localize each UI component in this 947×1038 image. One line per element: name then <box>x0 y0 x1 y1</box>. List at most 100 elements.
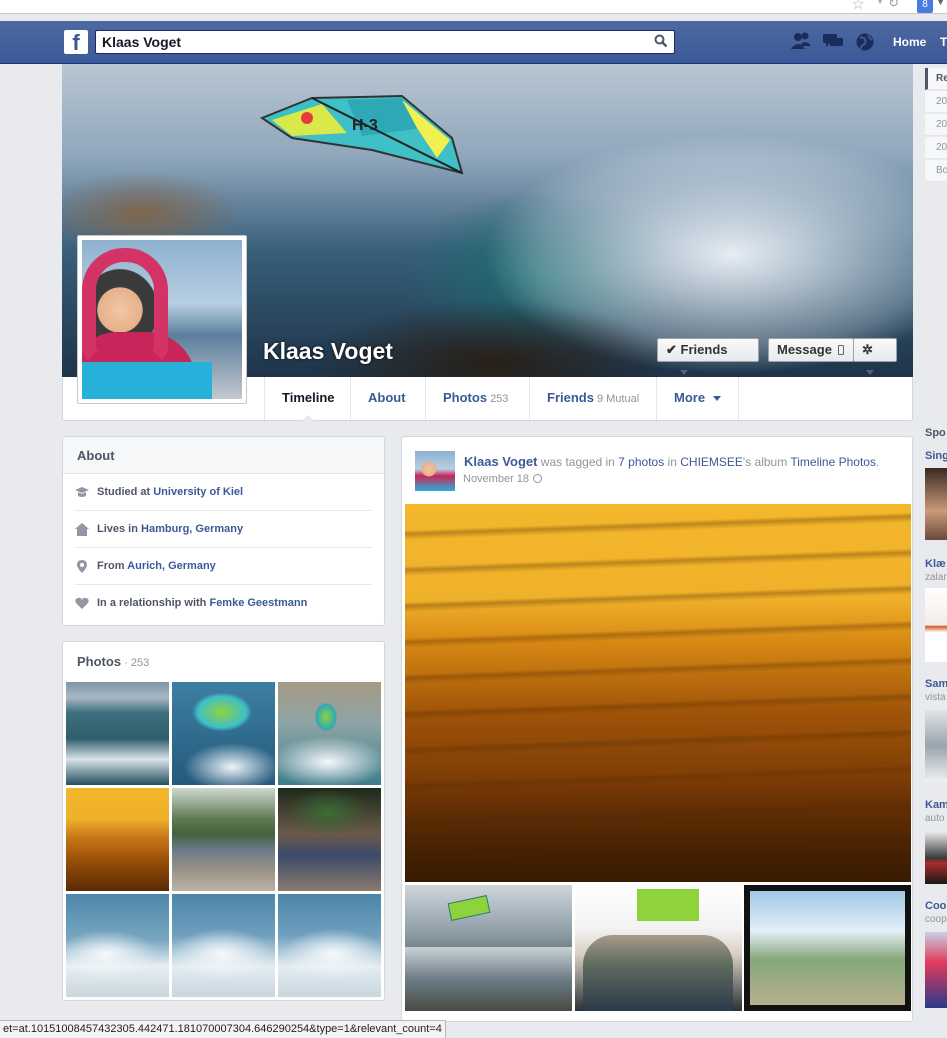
ad-image[interactable] <box>925 932 947 1008</box>
heart-icon <box>75 597 89 609</box>
photo-thumbnail[interactable] <box>172 894 275 997</box>
reload-icon[interactable]: ↻ <box>888 0 899 11</box>
facebook-logo-icon[interactable]: f <box>64 30 88 54</box>
right-sidebar: Re 20 20 20 Bo Spo Sing Klæ zalar Sam vi… <box>925 64 947 1038</box>
year-nav-item[interactable]: 20 <box>925 137 947 159</box>
ad-title[interactable]: Sam <box>925 678 947 690</box>
ad-title[interactable]: Sing <box>925 450 947 462</box>
story-photos-link[interactable]: 7 photos <box>618 455 664 469</box>
about-row-hometown: From Aurich, Germany <box>75 548 372 585</box>
ad-title[interactable]: Klæ <box>925 558 947 570</box>
profile-picture[interactable] <box>77 235 247 404</box>
gear-icon: ✲ <box>862 342 873 357</box>
about-card-title[interactable]: About <box>63 437 384 474</box>
home-link[interactable]: Home <box>893 35 926 49</box>
story-text: 's album <box>742 455 791 469</box>
about-row-text: Lives in <box>97 523 142 535</box>
ad-title[interactable]: Kam <box>925 799 947 811</box>
photo-thumbnail[interactable] <box>66 894 169 997</box>
message-button[interactable]: Message <box>768 338 854 362</box>
people-image <box>405 947 572 1011</box>
tab-label: Timeline <box>282 390 335 405</box>
about-row-text: From <box>97 560 128 572</box>
ad-image[interactable] <box>925 468 947 540</box>
bookmark-star-icon[interactable]: ☆ <box>852 0 865 13</box>
timeline-link-truncated[interactable]: T <box>940 35 947 49</box>
about-row-education: Studied at University of Kiel <box>75 474 372 511</box>
google-extension-button[interactable]: 8 <box>917 0 933 13</box>
story-photo-thumbnail[interactable] <box>405 885 572 1011</box>
photo-thumbnail[interactable] <box>172 682 275 785</box>
extension-menu-icon[interactable]: ▼ <box>936 0 945 7</box>
story-main-photo[interactable] <box>405 504 911 882</box>
story-date-link[interactable]: November 18 <box>463 473 529 485</box>
year-nav-item[interactable]: 20 <box>925 114 947 136</box>
tab-timeline[interactable]: Timeline <box>264 377 352 421</box>
settings-menu-button[interactable]: ✲ <box>853 338 897 376</box>
message-button-label: Message <box>777 342 832 357</box>
tab-label: About <box>368 390 406 405</box>
ad-subtitle: zalar <box>925 572 947 583</box>
search-input[interactable] <box>96 31 636 53</box>
tab-about[interactable]: About <box>350 377 423 420</box>
ad-image[interactable] <box>925 710 947 782</box>
about-row-link[interactable]: University of Kiel <box>153 486 243 498</box>
photos-card-title[interactable]: Photos · 253 <box>63 642 384 679</box>
dropdown-triangle-icon[interactable]: ▼ <box>875 0 885 7</box>
story-page-link[interactable]: CHIEMSEE <box>680 455 743 469</box>
photo-thumbnail[interactable] <box>66 788 169 891</box>
photo-thumbnail[interactable] <box>278 682 381 785</box>
tab-photos[interactable]: Photos 253 <box>425 377 525 420</box>
house-icon <box>75 523 89 536</box>
graduation-cap-icon <box>75 487 89 497</box>
search-icon[interactable] <box>654 34 668 48</box>
about-row-link[interactable]: Aurich, Germany <box>127 560 216 572</box>
tab-count: 9 Mutual <box>596 393 640 405</box>
ad-image[interactable] <box>925 588 947 662</box>
avatar[interactable] <box>415 451 455 491</box>
about-row-relationship: In a relationship with Femke Geestmann <box>75 585 372 622</box>
story-author-link[interactable]: Klaas Voget <box>464 454 537 469</box>
photo-thumbnail[interactable] <box>278 894 381 997</box>
tab-friends[interactable]: Friends 9 Mutual <box>529 377 656 420</box>
about-row-link[interactable]: Hamburg, Germany <box>141 523 243 535</box>
ad-subtitle: coop <box>925 914 947 925</box>
friend-requests-icon[interactable] <box>790 32 812 52</box>
jacket-shape <box>82 362 212 399</box>
facebook-top-bar: f Home T <box>0 21 947 64</box>
photo-thumbnail[interactable] <box>172 788 275 891</box>
tab-label: Friends <box>547 390 594 405</box>
sponsored-heading: Spo <box>925 427 946 439</box>
friends-button-label: Friends <box>680 342 728 357</box>
tab-label: Photos <box>443 390 488 405</box>
ad-image[interactable] <box>925 832 947 884</box>
ad-subtitle: auto <box>925 813 945 824</box>
map-pin-icon <box>77 560 87 573</box>
tab-label: More <box>674 390 706 405</box>
ad-title[interactable]: Coo <box>925 900 947 912</box>
group-photo-image <box>583 935 733 1011</box>
year-nav-item[interactable]: 20 <box>925 91 947 113</box>
chevron-down-icon <box>866 370 874 376</box>
story-photo-thumbnail[interactable] <box>744 885 911 1011</box>
beach-image <box>750 891 905 1005</box>
notifications-globe-icon[interactable] <box>854 32 876 52</box>
friends-button[interactable]: ✔ Friends <box>657 338 759 376</box>
photo-thumbnail[interactable] <box>66 682 169 785</box>
tab-more[interactable]: More <box>656 377 740 420</box>
browser-toolbar: ☆ ▼ ↻ 8 ▼ <box>0 0 947 14</box>
year-nav-item[interactable]: Bo <box>925 160 947 182</box>
story-text: in <box>664 455 681 469</box>
messages-icon[interactable] <box>822 32 844 52</box>
story-album-link[interactable]: Timeline Photos <box>790 455 876 469</box>
photo-thumbnail[interactable] <box>278 788 381 891</box>
story-photo-thumbnail[interactable] <box>575 885 742 1011</box>
profile-photo-image <box>82 240 242 399</box>
chevron-down-icon <box>680 370 688 376</box>
about-row-link[interactable]: Femke Geestmann <box>209 597 307 609</box>
globe-icon[interactable] <box>533 474 543 483</box>
year-nav-item[interactable]: Re <box>925 68 947 90</box>
story-headline: Klaas Voget was tagged in 7 photos in CH… <box>464 454 879 469</box>
photos-count: 253 <box>130 657 150 669</box>
status-url-bar: et=at.10151008457432305.442471.181070007… <box>0 1020 446 1038</box>
